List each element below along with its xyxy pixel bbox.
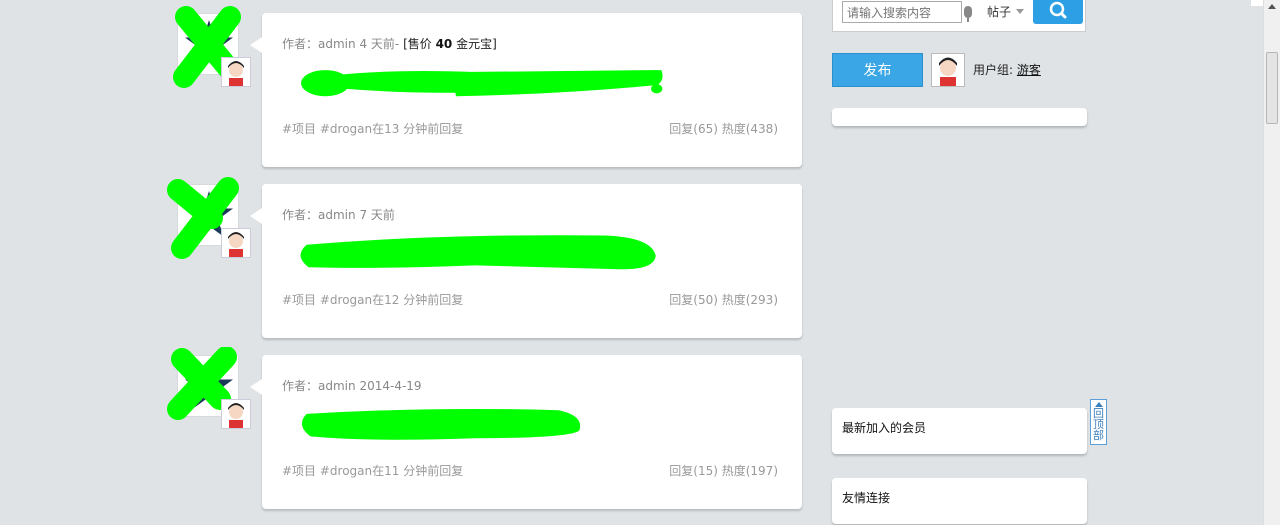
author-label: 作者： bbox=[282, 208, 319, 222]
post-card[interactable]: 作者：admin 4 天前- [售价 40 金元宝] #项目 #drogan在1… bbox=[250, 13, 802, 167]
post-time: 2014-4-19 bbox=[359, 379, 422, 393]
user-mini-avatar[interactable] bbox=[221, 399, 251, 429]
author-link[interactable]: admin bbox=[318, 208, 356, 222]
post-item: 作者：admin 4 天前- [售价 40 金元宝] #项目 #drogan在1… bbox=[0, 6, 820, 173]
post-card[interactable]: 作者：admin 2014-4-19 #项目 #drogan在11 分钟前回复 … bbox=[250, 355, 802, 509]
post-tags[interactable]: #项目 #drogan在11 分钟前回复 bbox=[282, 462, 463, 479]
user-mini-avatar[interactable] bbox=[221, 57, 251, 87]
scroll-up-arrow-icon[interactable] bbox=[1268, 4, 1276, 9]
panel-title: 最新加入的会员 bbox=[842, 421, 927, 435]
avatar[interactable] bbox=[931, 53, 965, 87]
user-face-icon bbox=[228, 232, 244, 257]
author-link[interactable]: admin bbox=[318, 37, 356, 51]
usergroup-label: 用户组: bbox=[973, 63, 1014, 77]
post-meta: 作者：admin 7 天前 bbox=[282, 206, 395, 223]
author-label: 作者： bbox=[282, 37, 319, 51]
back-to-top-button[interactable]: 回顶部 bbox=[1090, 399, 1107, 445]
post-tags[interactable]: #项目 #drogan在12 分钟前回复 bbox=[282, 291, 463, 308]
user-mini-avatar[interactable] bbox=[221, 228, 251, 258]
post-item: 作者：admin 2014-4-19 #项目 #drogan在11 分钟前回复 … bbox=[0, 347, 820, 515]
search-button[interactable] bbox=[1033, 0, 1083, 24]
search-bar: 帖子 bbox=[832, 0, 1086, 32]
new-members-panel: 最新加入的会员 bbox=[832, 408, 1087, 454]
user-face-icon bbox=[228, 61, 244, 86]
post-time: 4 天前- bbox=[359, 37, 400, 51]
microphone-stand bbox=[967, 18, 969, 22]
search-scope-select[interactable]: 帖子 bbox=[987, 3, 1011, 20]
post-stats: 回复(50) 热度(293) bbox=[669, 293, 778, 307]
friend-links-panel: 友情连接 bbox=[832, 478, 1087, 524]
title-redaction bbox=[301, 408, 581, 440]
author-link[interactable]: admin bbox=[318, 379, 356, 393]
chevron-down-icon[interactable] bbox=[1016, 9, 1024, 14]
publish-button[interactable]: 发布 bbox=[832, 53, 923, 87]
search-icon bbox=[1049, 1, 1067, 19]
price-prefix: [售价 bbox=[403, 37, 432, 51]
panel-title: 友情连接 bbox=[842, 491, 891, 505]
post-stats: 回复(65) 热度(438) bbox=[669, 122, 778, 136]
price-value: 40 bbox=[435, 37, 453, 51]
post-stats: 回复(15) 热度(197) bbox=[669, 464, 778, 478]
search-input[interactable] bbox=[842, 1, 962, 23]
post-meta: 作者：admin 4 天前- [售价 40 金元宝] bbox=[282, 35, 497, 52]
corner-patch bbox=[1251, 0, 1263, 6]
user-face-icon bbox=[228, 403, 244, 428]
usergroup-info: 用户组: 游客 bbox=[973, 61, 1041, 78]
title-redaction bbox=[301, 70, 663, 97]
microphone-icon[interactable] bbox=[964, 6, 972, 18]
user-face-icon bbox=[939, 57, 957, 86]
post-tags[interactable]: #项目 #drogan在13 分钟前回复 bbox=[282, 120, 463, 137]
post-card[interactable]: 作者：admin 7 天前 #项目 #drogan在12 分钟前回复 回复(50… bbox=[250, 184, 802, 338]
sidebar-empty-panel bbox=[832, 108, 1087, 126]
author-label: 作者： bbox=[282, 379, 319, 393]
scroll-thumb[interactable] bbox=[1266, 52, 1278, 124]
price-suffix: 金元宝] bbox=[456, 37, 497, 51]
post-meta: 作者：admin 2014-4-19 bbox=[282, 377, 422, 394]
post-item: 作者：admin 7 天前 #项目 #drogan在12 分钟前回复 回复(50… bbox=[0, 177, 820, 344]
scrollbar[interactable] bbox=[1263, 0, 1280, 525]
usergroup-value[interactable]: 游客 bbox=[1017, 63, 1041, 77]
back-to-top-label: 回顶部 bbox=[1093, 407, 1104, 442]
title-redaction bbox=[300, 235, 656, 270]
post-time: 7 天前 bbox=[359, 208, 395, 222]
